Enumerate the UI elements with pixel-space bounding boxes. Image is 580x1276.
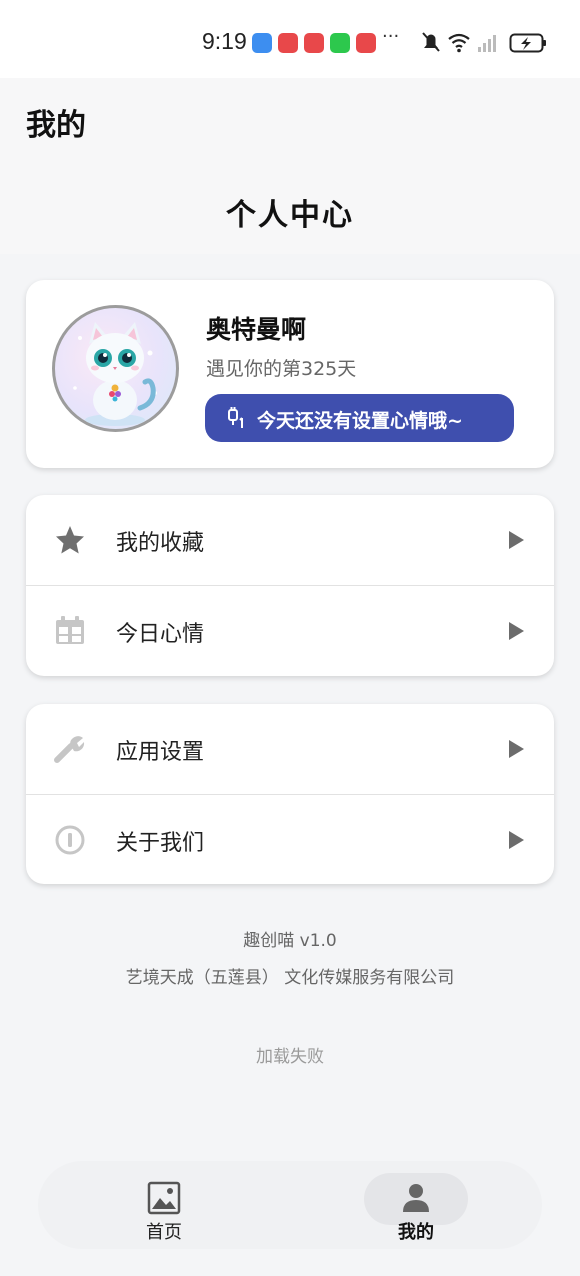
wrench-icon [54, 736, 85, 763]
signal-icon [478, 35, 496, 52]
status-icons [422, 32, 546, 53]
menu-item-settings[interactable]: 应用设置 [26, 704, 554, 794]
nav-tab-home[interactable]: 首页 [118, 1173, 210, 1243]
set-mood-button[interactable]: 今天还没有设置心情哦~ [205, 394, 514, 442]
menu-label: 今日心情 [116, 622, 205, 647]
header-title: 我的 [26, 108, 86, 143]
menu-label: 我的收藏 [116, 531, 205, 556]
bottom-navigation: 首页 我的 [38, 1161, 542, 1249]
star-icon [56, 526, 84, 554]
app-version: 趣创喵 v1.0 [243, 931, 337, 951]
wifi-icon [448, 33, 470, 53]
info-icon [55, 825, 85, 855]
mute-bell-icon [422, 32, 440, 52]
notification-icon [304, 33, 324, 53]
set-mood-label: 今天还没有设置心情哦~ [257, 410, 463, 432]
page-title: 个人中心 [226, 198, 354, 233]
menu-label: 关于我们 [116, 831, 205, 856]
menu-item-today-mood[interactable]: 今日心情 [26, 585, 554, 675]
status-bar: 9:19 ··· [0, 0, 580, 78]
chevron-right-icon [509, 531, 524, 549]
nav-home-label: 首页 [146, 1222, 182, 1243]
chevron-right-icon [509, 622, 524, 640]
menu-group-settings: 应用设置 关于我们 [26, 704, 554, 884]
notification-icon [278, 33, 298, 53]
battery-icon [509, 33, 546, 53]
menu-group-favorites: 我的收藏 今日心情 [26, 495, 554, 676]
chevron-right-icon [509, 831, 524, 849]
mood-plug-icon [228, 407, 243, 428]
person-icon [403, 1184, 429, 1212]
notification-icon [252, 33, 272, 53]
menu-label: 应用设置 [116, 740, 205, 765]
days-together: 遇见你的第325天 [206, 358, 357, 380]
calendar-icon [56, 616, 84, 644]
chevron-right-icon [509, 740, 524, 758]
load-status: 加载失败 [256, 1047, 324, 1067]
more-notifications-icon: ··· [382, 26, 400, 47]
company-name: 艺境天成（五莲县） 文化传媒服务有限公司 [125, 968, 455, 988]
avatar[interactable] [52, 305, 179, 432]
image-icon [147, 1181, 181, 1215]
menu-item-favorites[interactable]: 我的收藏 [26, 495, 554, 585]
nav-mine-label: 我的 [398, 1222, 434, 1243]
username: 奥特曼啊 [206, 315, 307, 344]
wechat-icon [330, 33, 350, 53]
profile-card: 奥特曼啊 遇见你的第325天 今天还没有设置心情哦~ [26, 280, 554, 468]
cat-avatar-icon [73, 322, 157, 426]
menu-item-about[interactable]: 关于我们 [26, 794, 554, 884]
nav-tab-mine[interactable]: 我的 [364, 1173, 468, 1243]
status-time: 9:19 [202, 28, 247, 54]
notification-icon [356, 33, 376, 53]
